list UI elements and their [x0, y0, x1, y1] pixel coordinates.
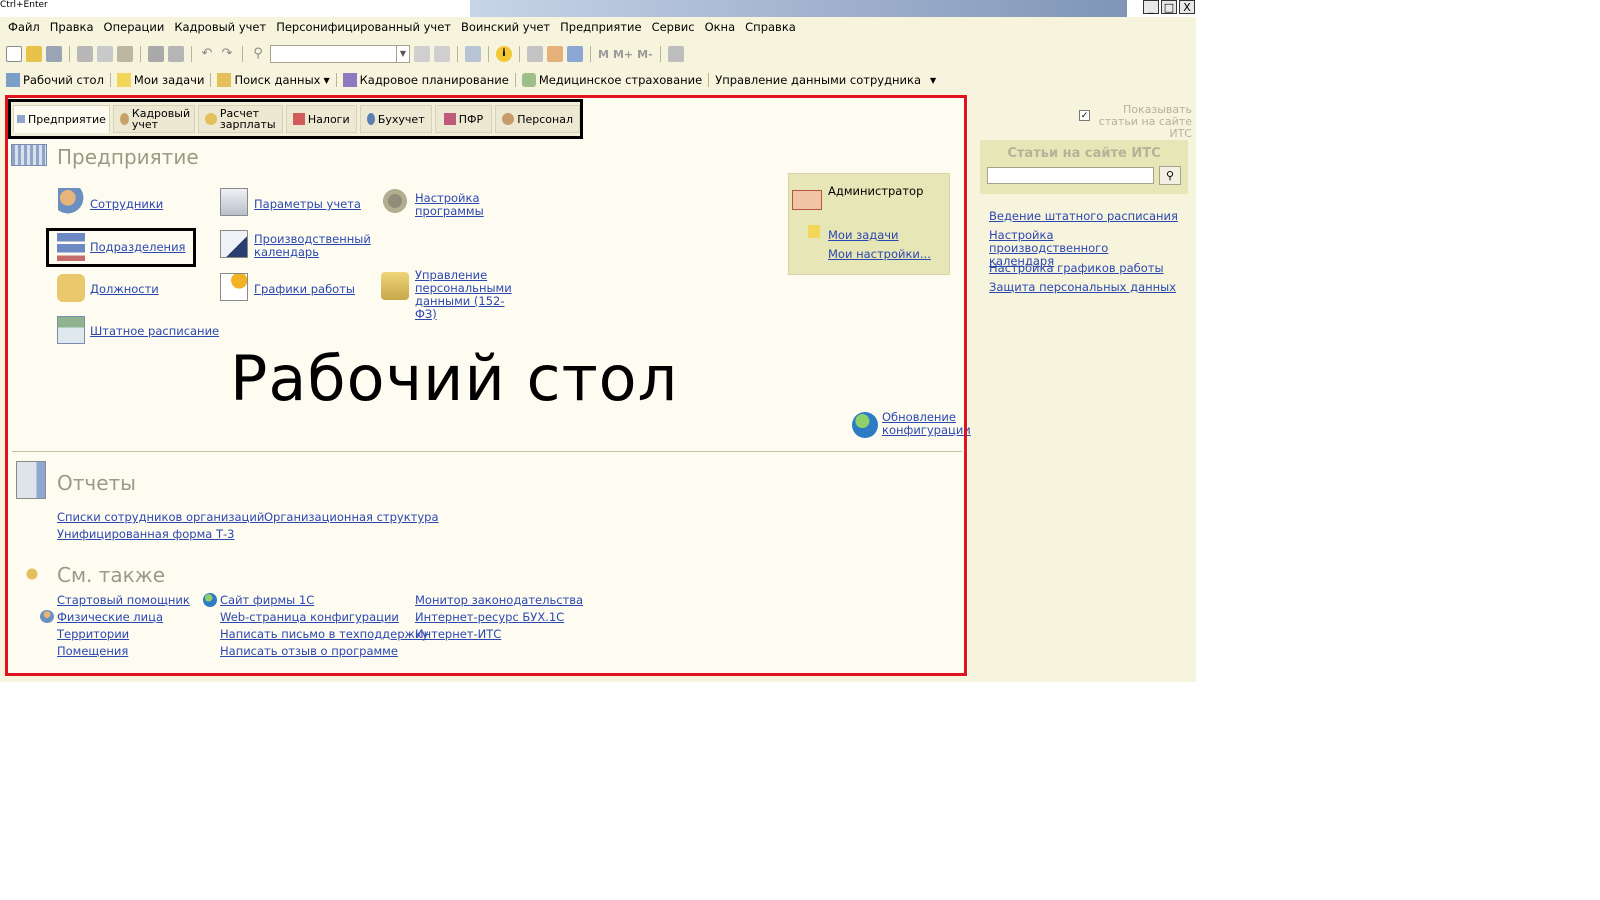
- search-icon: ⚲: [1165, 169, 1175, 182]
- print-preview-icon[interactable]: [168, 46, 184, 62]
- find-icon[interactable]: ⚲: [250, 46, 266, 62]
- menu-edit[interactable]: Правка: [50, 20, 94, 38]
- quick-separator: [335, 73, 337, 87]
- its-search-button[interactable]: ⚲: [1159, 166, 1181, 185]
- search-data-icon: [217, 73, 232, 87]
- memory-minus-button[interactable]: M-: [637, 48, 653, 61]
- highlight-frame-desktop: [5, 95, 967, 676]
- title-bar: [470, 0, 1127, 18]
- its-articles-title: Статьи на сайте ИТС: [1007, 146, 1161, 161]
- link-its-work-schedules[interactable]: Настройка графиков работы: [989, 262, 1164, 275]
- quick-search-data-label: Поиск данных: [234, 73, 321, 87]
- link-its-staff-schedule[interactable]: Ведение штатного расписания: [989, 210, 1178, 223]
- minimize-button[interactable]: _: [1143, 0, 1159, 14]
- tools-icon[interactable]: [667, 46, 684, 62]
- hr-planning-icon: [342, 73, 357, 87]
- quick-hr-planning[interactable]: Кадровое планирование: [342, 73, 509, 87]
- toolbar-separator: [659, 46, 661, 62]
- quick-search-data[interactable]: Поиск данных ▼: [217, 73, 330, 87]
- hotkey-label: Ctrl+Enter: [0, 0, 48, 10]
- toolbar-separator: [140, 46, 141, 62]
- toolbar: ↶ ↷ ⚲ ▼ i M M+ M-: [6, 43, 684, 65]
- cut-icon[interactable]: [77, 46, 93, 62]
- search-combo[interactable]: ▼: [270, 45, 410, 63]
- quick-my-tasks-label: Мои задачи: [133, 73, 205, 87]
- note-icon: [116, 73, 131, 87]
- quick-desktop-label: Рабочий стол: [23, 73, 104, 87]
- close-button[interactable]: X: [1179, 0, 1195, 14]
- quick-hr-planning-label: Кадровое планирование: [359, 73, 509, 87]
- shield-icon: [521, 73, 536, 87]
- quick-employee-data-label: Управление данными сотрудника: [715, 73, 922, 87]
- toolbar-separator: [191, 46, 192, 62]
- menu-help[interactable]: Справка: [745, 20, 796, 38]
- menu-file[interactable]: Файл: [8, 20, 40, 38]
- calculator-icon[interactable]: [527, 46, 543, 62]
- quick-separator: [210, 73, 212, 87]
- window-controls: _ □ X: [1143, 0, 1195, 16]
- show-articles-label[interactable]: Показывать статьи на сайте ИТС: [1092, 104, 1192, 140]
- undo-icon[interactable]: ↶: [199, 46, 215, 62]
- quick-desktop[interactable]: Рабочий стол: [6, 73, 104, 87]
- new-document-icon[interactable]: [6, 46, 22, 62]
- calendar-icon[interactable]: [547, 46, 563, 62]
- menu-hr[interactable]: Кадровый учет: [174, 20, 266, 38]
- toolbar-separator: [69, 46, 70, 62]
- quick-separator: [109, 73, 111, 87]
- chevron-down-icon: ▼: [930, 75, 937, 85]
- menu-service[interactable]: Сервис: [652, 20, 695, 38]
- quick-employee-data[interactable]: Управление данными сотрудника ▼: [715, 73, 936, 87]
- link-its-personal-data[interactable]: Защита персональных данных: [989, 281, 1176, 294]
- memory-button[interactable]: M: [598, 48, 609, 61]
- its-search-input[interactable]: [987, 167, 1154, 184]
- chevron-down-icon[interactable]: ▼: [396, 46, 409, 62]
- quick-my-tasks[interactable]: Мои задачи: [116, 73, 205, 87]
- quick-separator: [708, 73, 710, 87]
- paste-icon[interactable]: [117, 46, 133, 62]
- menu-personified[interactable]: Персонифицированный учет: [276, 20, 451, 38]
- maximize-button[interactable]: □: [1161, 0, 1177, 14]
- menu-operations[interactable]: Операции: [104, 20, 165, 38]
- copy-icon[interactable]: [97, 46, 113, 62]
- menu-enterprise[interactable]: Предприятие: [560, 20, 641, 38]
- quick-panel: Рабочий стол Мои задачи Поиск данных ▼ Ка…: [6, 70, 936, 90]
- menu-bar: Файл Правка Операции Кадровый учет Персо…: [8, 20, 806, 38]
- users-icon[interactable]: [567, 46, 583, 62]
- find-next-icon[interactable]: [414, 46, 430, 62]
- save-icon[interactable]: [46, 46, 62, 62]
- redo-icon[interactable]: ↷: [219, 46, 235, 62]
- quick-separator: [514, 73, 516, 87]
- memory-plus-button[interactable]: M+: [613, 48, 633, 61]
- desktop-icon: [6, 73, 20, 87]
- toolbar-separator: [519, 46, 520, 62]
- toolbar-separator: [488, 46, 489, 62]
- show-articles-checkbox[interactable]: ✓: [1079, 110, 1090, 121]
- toolbar-separator: [590, 46, 591, 62]
- chevron-down-icon: ▼: [323, 75, 330, 85]
- info-icon[interactable]: i: [496, 46, 512, 62]
- open-folder-icon[interactable]: [26, 46, 42, 62]
- toolbar-separator: [457, 46, 458, 62]
- find-prev-icon[interactable]: [434, 46, 450, 62]
- quick-medical-insurance-label: Медицинское страхование: [538, 73, 703, 87]
- toolbar-separator: [242, 46, 243, 62]
- menu-windows[interactable]: Окна: [705, 20, 736, 38]
- windows-icon[interactable]: [465, 46, 481, 62]
- print-icon[interactable]: [148, 46, 164, 62]
- quick-medical-insurance[interactable]: Медицинское страхование: [521, 73, 703, 87]
- menu-military[interactable]: Воинский учет: [461, 20, 550, 38]
